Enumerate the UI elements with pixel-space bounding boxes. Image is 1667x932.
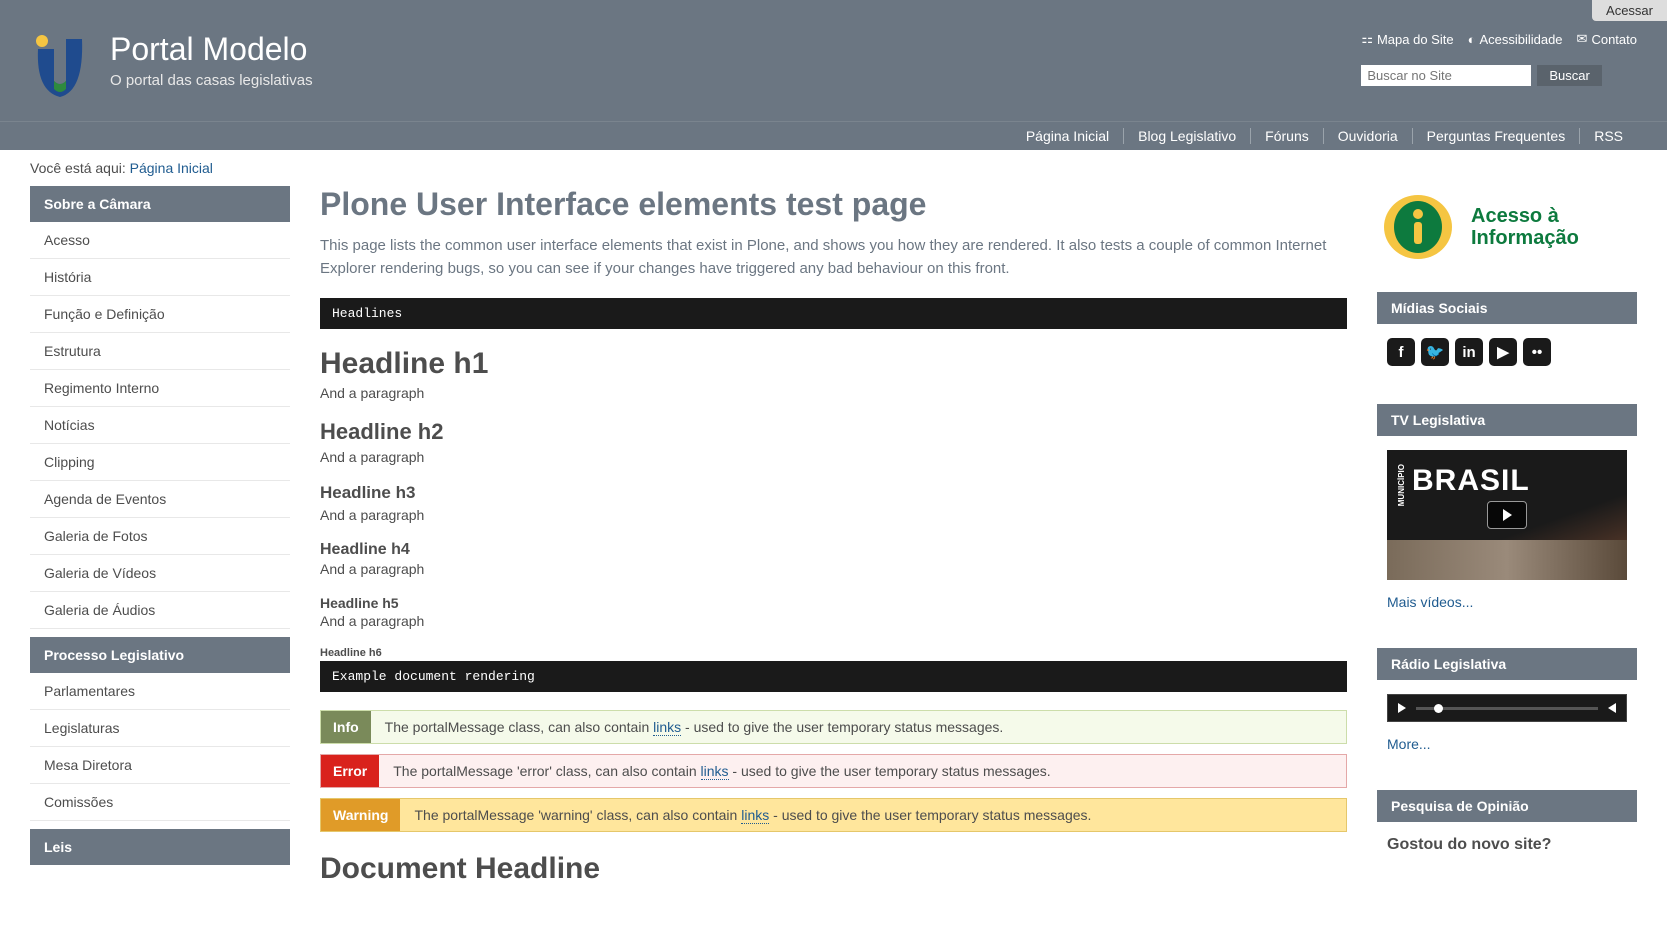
twitter-icon[interactable]: 🐦 — [1421, 338, 1449, 366]
audio-volume-icon[interactable] — [1608, 700, 1616, 716]
site-title: Portal Modelo — [110, 31, 313, 68]
code-header-example: Example document rendering — [320, 661, 1347, 692]
document-headline: Document Headline — [320, 852, 1347, 886]
site-action-contato[interactable]: ✉Contato — [1577, 31, 1637, 47]
acesso-line1: Acesso à — [1471, 205, 1579, 227]
facebook-icon[interactable]: f — [1387, 338, 1415, 366]
nav-blog-legislativo[interactable]: Blog Legislativo — [1138, 128, 1236, 144]
headline-h3: Headline h3 — [320, 483, 1347, 503]
msg-warning-link[interactable]: links — [741, 807, 769, 824]
headline-h3-para: And a paragraph — [320, 507, 1347, 523]
portlet-radio-header: Rádio Legislativa — [1377, 648, 1637, 680]
linkedin-icon[interactable]: in — [1455, 338, 1483, 366]
msg-error-tag: Error — [321, 755, 379, 787]
msg-info-tag: Info — [321, 711, 371, 743]
nav-perguntas-frequentes[interactable]: Perguntas Frequentes — [1427, 128, 1566, 144]
nav-item[interactable]: Comissões — [30, 784, 290, 821]
nav-item[interactable]: História — [30, 259, 290, 296]
acessar-link[interactable]: Acessar — [1592, 0, 1667, 21]
headline-h2-para: And a paragraph — [320, 449, 1347, 465]
code-header-headlines: Headlines — [320, 298, 1347, 329]
tv-small-label: MUNICÍPIO — [1397, 464, 1406, 506]
portlet-poll-header: Pesquisa de Opinião — [1377, 790, 1637, 822]
nav-item[interactable]: Notícias — [30, 407, 290, 444]
nav-item[interactable]: Legislaturas — [30, 710, 290, 747]
audio-play-icon[interactable] — [1398, 700, 1406, 716]
nav-ouvidoria[interactable]: Ouvidoria — [1338, 128, 1398, 144]
portlet-tv-header: TV Legislativa — [1377, 404, 1637, 436]
site-logo — [30, 31, 90, 101]
msg-warning-tag: Warning — [321, 799, 400, 831]
audio-player[interactable] — [1387, 694, 1627, 722]
audio-track[interactable] — [1416, 707, 1598, 710]
portlet-midias-header: Mídias Sociais — [1377, 292, 1637, 324]
nav-item[interactable]: Parlamentares — [30, 673, 290, 710]
tv-more-link[interactable]: Mais vídeos... — [1387, 594, 1627, 610]
acesso-line2: Informação — [1471, 227, 1579, 249]
site-subtitle: O portal das casas legislativas — [110, 72, 313, 89]
acesso-informacao[interactable]: Acesso à Informação — [1377, 186, 1637, 268]
headline-h5: Headline h5 — [320, 595, 1347, 611]
site-action-acessibilidade[interactable]: ◐Acessibilidade — [1468, 31, 1563, 47]
nav-section-header[interactable]: Processo Legislativo — [30, 637, 290, 673]
headline-h4: Headline h4 — [320, 541, 1347, 559]
radio-more-link[interactable]: More... — [1387, 736, 1627, 752]
nav-item[interactable]: Estrutura — [30, 333, 290, 370]
nav-item[interactable]: Clipping — [30, 444, 290, 481]
play-button-icon[interactable] — [1487, 501, 1527, 529]
accessibility-icon: ◐ — [1468, 32, 1476, 47]
nav-rss[interactable]: RSS — [1594, 128, 1623, 144]
flickr-icon[interactable]: •• — [1523, 338, 1551, 366]
portal-message-error: Error The portalMessage 'error' class, c… — [320, 754, 1347, 788]
sitemap-icon: ⚏ — [1361, 31, 1373, 47]
search-input[interactable] — [1361, 65, 1531, 86]
headline-h5-para: And a paragraph — [320, 613, 1347, 629]
msg-info-link[interactable]: links — [653, 719, 681, 736]
headline-h6: Headline h6 — [320, 647, 1347, 659]
poll-question: Gostou do novo site? — [1387, 836, 1627, 854]
nav-item[interactable]: Regimento Interno — [30, 370, 290, 407]
nav-section-header[interactable]: Sobre a Câmara — [30, 186, 290, 222]
global-nav: Página Inicial Blog Legislativo Fóruns O… — [30, 128, 1637, 144]
nav-item[interactable]: Galeria de Vídeos — [30, 555, 290, 592]
site-action-mapa[interactable]: ⚏Mapa do Site — [1361, 31, 1453, 47]
nav-item[interactable]: Galeria de Fotos — [30, 518, 290, 555]
nav-item[interactable]: Mesa Diretora — [30, 747, 290, 784]
breadcrumb: Você está aqui: Página Inicial — [0, 150, 1667, 186]
tv-video-thumbnail[interactable]: MUNICÍPIO BRASIL — [1387, 450, 1627, 580]
headline-h1-para: And a paragraph — [320, 385, 1347, 401]
nav-section-header[interactable]: Leis — [30, 829, 290, 865]
youtube-icon[interactable]: ▶ — [1489, 338, 1517, 366]
nav-pagina-inicial[interactable]: Página Inicial — [1026, 128, 1109, 144]
headline-h2: Headline h2 — [320, 419, 1347, 445]
page-title: Plone User Interface elements test page — [320, 186, 1347, 223]
headline-h1: Headline h1 — [320, 347, 1347, 381]
msg-error-link[interactable]: links — [701, 763, 729, 780]
envelope-icon: ✉ — [1577, 31, 1588, 47]
tv-big-label: BRASIL — [1412, 464, 1530, 498]
nav-item[interactable]: Acesso — [30, 222, 290, 259]
portal-message-info: Info The portalMessage class, can also c… — [320, 710, 1347, 744]
nav-item[interactable]: Função e Definição — [30, 296, 290, 333]
nav-item[interactable]: Agenda de Eventos — [30, 481, 290, 518]
nav-foruns[interactable]: Fóruns — [1265, 128, 1309, 144]
search-button[interactable]: Buscar — [1537, 65, 1601, 86]
breadcrumb-home[interactable]: Página Inicial — [130, 160, 213, 176]
headline-h4-para: And a paragraph — [320, 561, 1347, 577]
page-description: This page lists the common user interfac… — [320, 235, 1347, 280]
nav-item[interactable]: Galeria de Áudios — [30, 592, 290, 629]
acesso-info-icon — [1383, 192, 1453, 262]
portal-message-warning: Warning The portalMessage 'warning' clas… — [320, 798, 1347, 832]
